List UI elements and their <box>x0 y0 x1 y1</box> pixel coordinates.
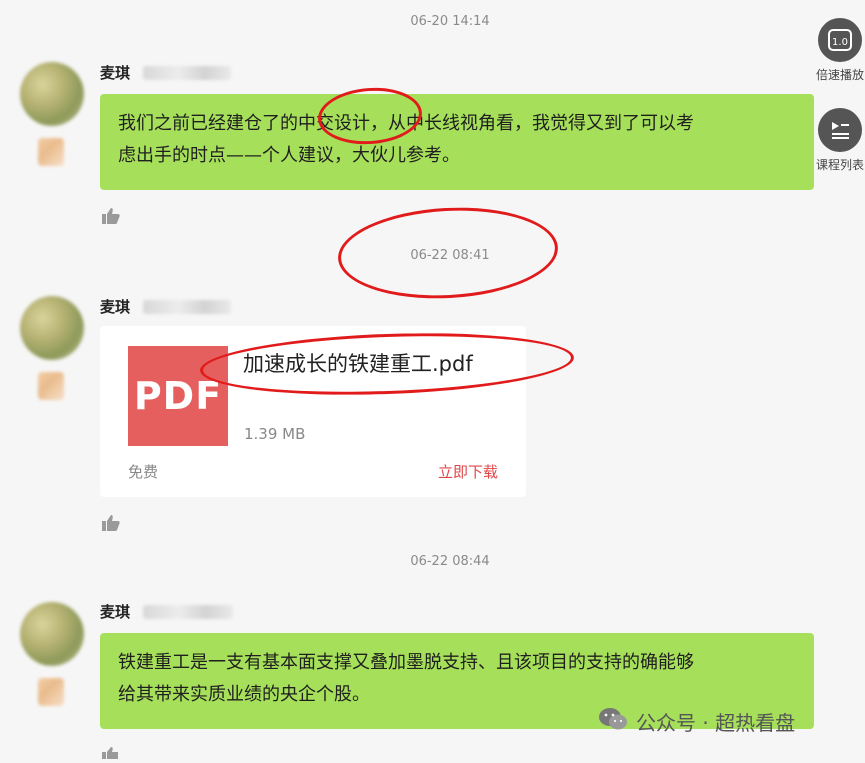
annotation-circle <box>335 202 561 304</box>
course-list-label: 课程列表 <box>815 158 864 172</box>
watermark: 公众号 · 超热看盘 <box>598 706 795 737</box>
avatar[interactable] <box>20 602 84 666</box>
avatar-badge <box>38 138 64 166</box>
avatar-badge <box>38 372 64 400</box>
thumbs-up-icon[interactable] <box>101 744 121 762</box>
svg-text:1.0: 1.0 <box>832 37 848 48</box>
sender-name: 麦琪 <box>100 603 131 621</box>
avatar-badge <box>38 678 64 706</box>
speed-play-label: 倍速播放 <box>815 68 864 82</box>
thumbs-up-icon[interactable] <box>101 207 121 225</box>
message-text-line: 铁建重工是一支有基本面支撑又叠加墨脱支持、且该项目的支持的确能够 <box>118 652 694 673</box>
message-bubble[interactable]: 我们之前已经建仓了的中交设计，从中长线视角看，我觉得又到了可以考 虑出手的时点—… <box>100 94 814 190</box>
speed-icon: 1.0 <box>818 18 862 62</box>
avatar[interactable] <box>20 296 84 360</box>
list-icon <box>818 108 862 152</box>
message-timestamp: 06-20 14:14 <box>410 14 490 29</box>
sender-tag-blurred <box>143 66 231 80</box>
message-timestamp: 06-22 08:44 <box>410 554 490 569</box>
speed-play-button[interactable]: 1.0 倍速播放 <box>815 18 865 83</box>
watermark-text: 公众号 · 超热看盘 <box>636 711 796 735</box>
sender-name: 麦琪 <box>100 298 131 316</box>
download-link[interactable]: 立即下载 <box>438 461 498 482</box>
avatar[interactable] <box>20 62 84 126</box>
file-size: 1.39 MB <box>244 425 306 443</box>
thumbs-up-icon[interactable] <box>101 514 121 532</box>
sender-tag-blurred <box>143 605 233 619</box>
sender-tag-blurred <box>143 300 231 314</box>
message-text-line: 我们之前已经建仓了的中交设计，从中长线视角看，我觉得又到了可以考 <box>118 113 694 134</box>
file-price: 免费 <box>128 463 159 481</box>
sender-name: 麦琪 <box>100 64 131 82</box>
message-text-line: 虑出手的时点——个人建议，大伙儿参考。 <box>118 145 460 166</box>
wechat-icon <box>598 706 628 737</box>
course-list-button[interactable]: 课程列表 <box>815 108 865 173</box>
